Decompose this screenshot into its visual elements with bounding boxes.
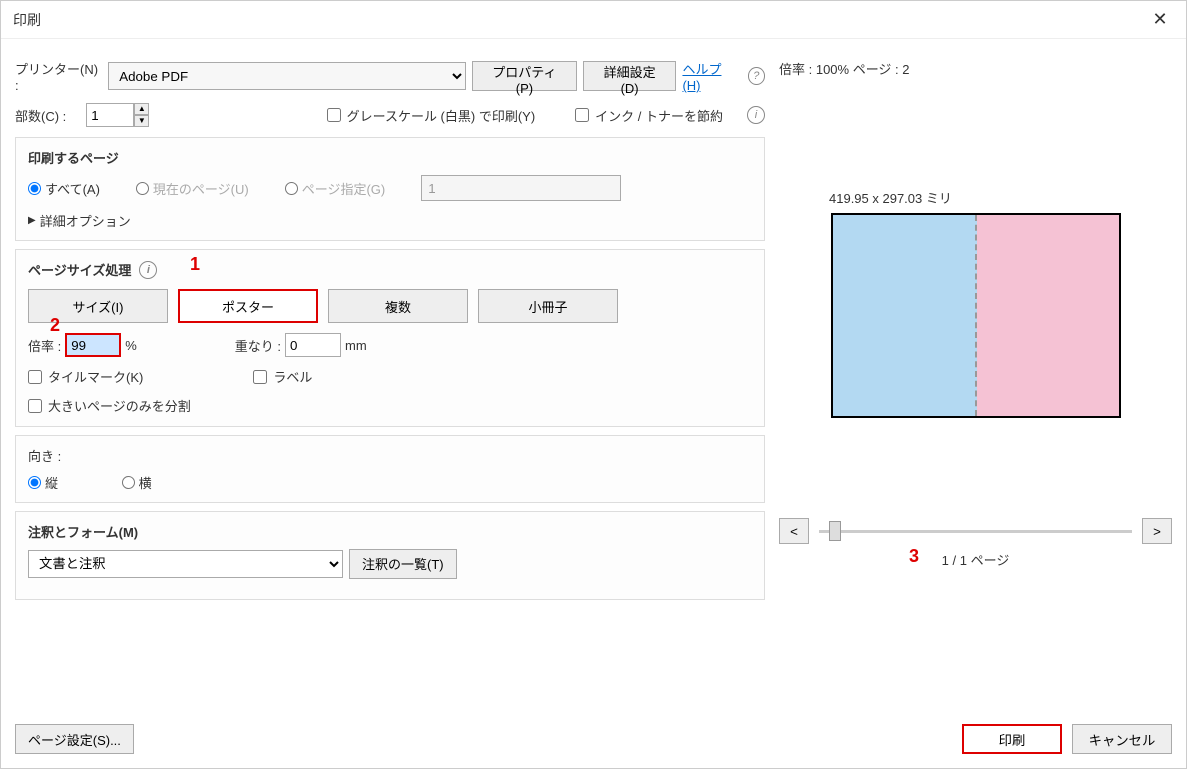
scale-unit: %: [125, 338, 137, 353]
preview-box: [831, 213, 1121, 418]
copies-label: 部数(C) :: [15, 106, 66, 125]
printer-label: プリンター(N) :: [15, 59, 102, 93]
copies-down-button[interactable]: ▼: [134, 115, 149, 127]
pages-section-title: 印刷するページ: [28, 148, 752, 167]
overlap-unit: mm: [345, 338, 367, 353]
tile-marks-checkbox[interactable]: タイルマーク(K): [28, 367, 143, 386]
size-button[interactable]: サイズ(I): [28, 289, 168, 323]
comments-summary-button[interactable]: 注釈の一覧(T): [349, 549, 457, 579]
preview-scale-info: 倍率 : 100% ページ : 2: [779, 59, 1172, 78]
ink-info-icon[interactable]: i: [747, 106, 765, 124]
preview-next-button[interactable]: >: [1142, 518, 1172, 544]
poster-button[interactable]: ポスター: [178, 289, 318, 323]
preview-page-info: 1 / 1 ページ: [942, 553, 1010, 568]
overlap-label: 重なり :: [235, 336, 281, 355]
copies-input[interactable]: [86, 103, 134, 127]
pages-all-radio[interactable]: すべて(A): [28, 179, 100, 198]
window-title: 印刷: [13, 10, 41, 30]
split-large-checkbox[interactable]: 大きいページのみを分割: [28, 396, 191, 415]
help-link[interactable]: ヘルプ(H): [682, 59, 737, 93]
annotation-1: 1: [190, 254, 200, 275]
multiple-button[interactable]: 複数: [328, 289, 468, 323]
preview-page-right: [977, 215, 1119, 416]
save-ink-checkbox[interactable]: インク / トナーを節約: [575, 106, 723, 125]
grayscale-checkbox[interactable]: グレースケール (白黒) で印刷(Y): [327, 106, 536, 125]
page-range-input[interactable]: [421, 175, 621, 201]
preview-page-left: [833, 215, 977, 416]
labels-checkbox[interactable]: ラベル: [253, 367, 312, 386]
orientation-label: 向き :: [28, 446, 752, 465]
print-button[interactable]: 印刷: [962, 724, 1062, 754]
pages-current-radio[interactable]: 現在のページ(U): [136, 179, 249, 198]
annotation-3: 3: [909, 546, 919, 567]
properties-button[interactable]: プロパティ(P): [472, 61, 577, 91]
sizing-section-title: ページサイズ処理 i 1: [28, 260, 752, 279]
advanced-button[interactable]: 詳細設定(D): [583, 61, 677, 91]
cancel-button[interactable]: キャンセル: [1072, 724, 1172, 754]
preview-prev-button[interactable]: <: [779, 518, 809, 544]
page-setup-button[interactable]: ページ設定(S)...: [15, 724, 134, 754]
booklet-button[interactable]: 小冊子: [478, 289, 618, 323]
more-options-toggle[interactable]: ▶ 詳細オプション: [28, 211, 752, 230]
triangle-right-icon: ▶: [28, 215, 36, 226]
comments-select[interactable]: 文書と注釈: [28, 550, 343, 578]
close-icon[interactable]: ✕: [1146, 6, 1174, 34]
portrait-radio[interactable]: 縦: [28, 473, 58, 492]
help-info-icon[interactable]: ?: [748, 67, 765, 85]
preview-slider[interactable]: [819, 521, 1132, 541]
sizing-info-icon[interactable]: i: [139, 261, 157, 279]
printer-select[interactable]: Adobe PDF: [108, 62, 466, 90]
scale-input[interactable]: [65, 333, 121, 357]
copies-up-button[interactable]: ▲: [134, 103, 149, 115]
landscape-radio[interactable]: 横: [122, 473, 152, 492]
preview-dimensions: 419.95 x 297.03 ミリ: [829, 188, 1172, 207]
annotation-2: 2: [50, 315, 60, 336]
comments-section-title: 注釈とフォーム(M): [28, 522, 752, 541]
scale-label: 倍率 :: [28, 336, 61, 355]
overlap-input[interactable]: [285, 333, 341, 357]
pages-range-radio[interactable]: ページ指定(G): [285, 179, 386, 198]
